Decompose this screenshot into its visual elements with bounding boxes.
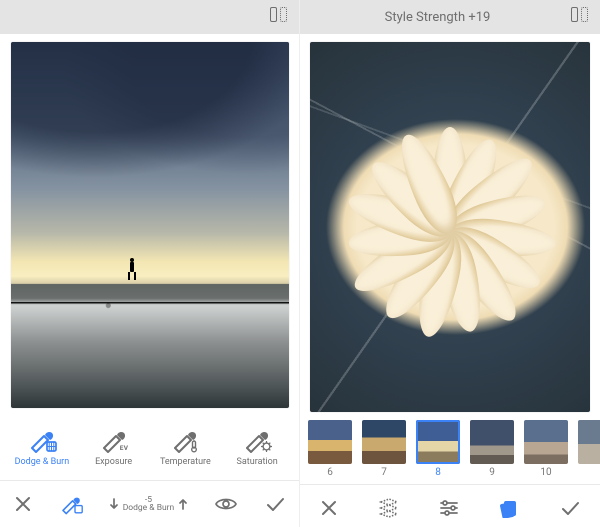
style-thumb-8[interactable]: 8 — [416, 420, 460, 478]
style-thumb-strip[interactable]: 6 7 8 9 10 — [300, 416, 600, 484]
amount-label: Dodge & Burn — [123, 504, 175, 513]
styles-tab-button[interactable] — [498, 498, 520, 518]
tool-label: Saturation — [237, 457, 278, 467]
cancel-button[interactable] — [319, 498, 339, 518]
topbar: Style Strength +19 — [300, 0, 600, 34]
brush-amount-stepper[interactable]: -5 Dodge & Burn — [109, 496, 189, 513]
editor-pane-styles: Style Strength +19 — [299, 0, 600, 527]
style-thumb-9[interactable]: 9 — [470, 420, 514, 478]
style-thumb-6[interactable]: 6 — [308, 420, 352, 478]
apply-button[interactable] — [559, 498, 581, 518]
style-action-bar — [300, 484, 600, 527]
badge-ev: EV — [119, 444, 128, 452]
editor-pane-brush: Dodge & Burn EV Exposure Tempe — [0, 0, 299, 527]
topbar — [0, 0, 299, 34]
styles-card-icon — [498, 498, 520, 518]
stacks-icon — [378, 498, 400, 518]
edited-image — [310, 42, 590, 412]
cancel-button[interactable] — [13, 494, 33, 514]
tool-label: Temperature — [160, 457, 211, 467]
arrow-up-icon — [178, 497, 188, 511]
tool-saturation[interactable]: Saturation — [225, 427, 289, 467]
tool-label: Exposure — [95, 457, 132, 467]
tool-dodge-and-burn[interactable]: Dodge & Burn — [10, 427, 74, 467]
compare-icon[interactable] — [571, 7, 588, 28]
brush-tool-shelf: Dodge & Burn EV Exposure Tempe — [0, 412, 299, 480]
mask-tool-button[interactable] — [59, 493, 83, 515]
edited-image — [11, 42, 289, 408]
tool-exposure[interactable]: EV Exposure — [82, 427, 146, 467]
style-strength-label: Style Strength +19 — [312, 10, 563, 25]
compare-icon[interactable] — [270, 7, 287, 28]
eye-icon — [214, 494, 238, 514]
style-thumb-10[interactable]: 10 — [524, 420, 568, 478]
tool-temperature[interactable]: Temperature — [153, 427, 217, 467]
tune-button[interactable] — [438, 498, 460, 518]
style-thumb-11[interactable] — [578, 420, 600, 467]
tool-label: Dodge & Burn — [15, 457, 70, 467]
visibility-button[interactable] — [214, 494, 238, 514]
brush-action-bar: -5 Dodge & Burn — [0, 480, 299, 527]
arrow-down-icon — [109, 497, 119, 511]
style-thumb-7[interactable]: 7 — [362, 420, 406, 478]
image-canvas[interactable] — [0, 34, 299, 412]
stacks-button[interactable] — [378, 498, 400, 518]
apply-button[interactable] — [264, 494, 286, 514]
tune-icon — [438, 498, 460, 518]
image-canvas[interactable] — [300, 34, 600, 416]
